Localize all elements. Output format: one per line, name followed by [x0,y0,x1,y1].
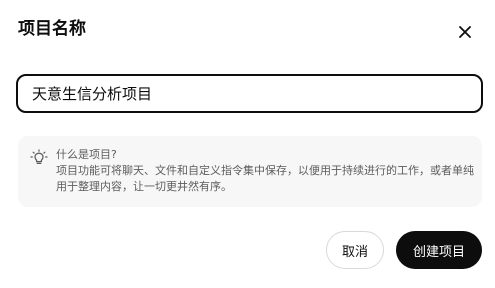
create-project-dialog: 项目名称 什么是项目? 项目功能可将聊天、文件和自定义指令集中保存，以便用于持续… [0,0,495,288]
cancel-button[interactable]: 取消 [326,231,384,269]
dialog-title: 项目名称 [18,19,86,39]
close-button[interactable] [454,21,476,43]
create-project-button[interactable]: 创建项目 [396,231,482,269]
close-icon [459,26,471,38]
info-title: 什么是项目? [56,148,117,161]
lightbulb-icon [30,149,48,165]
project-name-input[interactable] [16,74,483,113]
info-body: 项目功能可将聊天、文件和自定义指令集中保存，以便用于持续进行的工作，或者单纯用于… [56,164,474,193]
project-info-box: 什么是项目? 项目功能可将聊天、文件和自定义指令集中保存，以便用于持续进行的工作… [18,136,482,207]
